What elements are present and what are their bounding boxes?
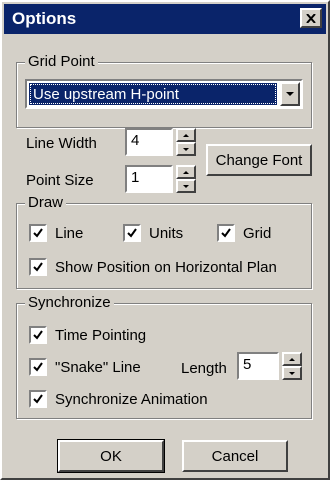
line-checkbox-row[interactable]: Line [29, 224, 83, 242]
grid-checkbox[interactable] [217, 224, 235, 242]
grid-checkbox-row[interactable]: Grid [217, 224, 271, 242]
snake-line-checkbox[interactable] [29, 358, 47, 376]
length-spinner[interactable] [282, 352, 302, 380]
cancel-button[interactable]: Cancel [182, 440, 288, 472]
show-position-checkbox-row[interactable]: Show Position on Horizontal Plan [29, 258, 277, 276]
draw-group: Draw Line Units Grid Show Position on Ho… [16, 194, 312, 289]
arrow-up-icon [183, 170, 189, 174]
close-icon [306, 13, 316, 23]
close-button[interactable] [300, 8, 322, 28]
point-size-input[interactable]: 1 [125, 165, 173, 193]
point-size-spinner[interactable] [176, 165, 196, 193]
options-dialog: Options Grid Point Use upstream H-point … [0, 0, 330, 480]
line-width-spinner[interactable] [176, 128, 196, 156]
point-size-decrease-button[interactable] [176, 179, 196, 193]
draw-legend: Draw [25, 194, 67, 211]
sync-animation-checkbox[interactable] [29, 390, 47, 408]
length-decrease-button[interactable] [282, 366, 302, 380]
checkmark-icon [221, 228, 231, 238]
line-checkbox-label: Line [55, 224, 84, 242]
dropdown-arrow-button[interactable] [280, 82, 300, 106]
dialog-title: Options [12, 9, 77, 28]
units-checkbox-label: Units [149, 224, 184, 242]
sync-animation-checkbox-label: Synchronize Animation [55, 390, 208, 408]
grid-checkbox-label: Grid [243, 224, 272, 242]
snake-line-checkbox-row[interactable]: "Snake" Line [29, 358, 141, 376]
units-checkbox-row[interactable]: Units [123, 224, 183, 242]
synchronize-legend: Synchronize [25, 294, 114, 311]
time-pointing-checkbox[interactable] [29, 326, 47, 344]
line-width-increase-button[interactable] [176, 128, 196, 142]
time-pointing-checkbox-row[interactable]: Time Pointing [29, 326, 146, 344]
arrow-down-icon [289, 371, 295, 375]
units-checkbox[interactable] [123, 224, 141, 242]
change-font-button[interactable]: Change Font [206, 144, 312, 176]
arrow-up-icon [183, 133, 189, 137]
line-width-decrease-button[interactable] [176, 142, 196, 156]
ok-button[interactable]: OK [57, 439, 165, 473]
checkmark-icon [33, 228, 43, 238]
length-label: Length [181, 360, 227, 377]
snake-line-checkbox-label: "Snake" Line [55, 358, 141, 376]
synchronize-group: Synchronize Time Pointing "Snake" Line L… [16, 294, 312, 419]
chevron-down-icon [286, 91, 294, 96]
line-checkbox[interactable] [29, 224, 47, 242]
point-size-increase-button[interactable] [176, 165, 196, 179]
line-width-label: Line Width [26, 135, 97, 152]
sync-animation-checkbox-row[interactable]: Synchronize Animation [29, 390, 208, 408]
time-pointing-checkbox-label: Time Pointing [55, 326, 147, 344]
grid-point-group: Grid Point Use upstream H-point [16, 53, 312, 128]
grid-point-selected-value: Use upstream H-point [29, 83, 277, 105]
length-increase-button[interactable] [282, 352, 302, 366]
grid-point-select[interactable]: Use upstream H-point [25, 79, 303, 109]
point-size-label: Point Size [26, 172, 94, 189]
arrow-down-icon [183, 147, 189, 151]
checkmark-icon [33, 362, 43, 372]
title-bar[interactable]: Options [4, 4, 326, 34]
checkmark-icon [127, 228, 137, 238]
checkmark-icon [33, 262, 43, 272]
show-position-checkbox[interactable] [29, 258, 47, 276]
length-input[interactable]: 5 [237, 352, 279, 380]
arrow-up-icon [289, 357, 295, 361]
line-width-input[interactable]: 4 [125, 128, 173, 156]
grid-point-legend: Grid Point [25, 53, 98, 70]
show-position-checkbox-label: Show Position on Horizontal Plan [55, 258, 277, 276]
arrow-down-icon [183, 184, 189, 188]
checkmark-icon [33, 394, 43, 404]
checkmark-icon [33, 330, 43, 340]
